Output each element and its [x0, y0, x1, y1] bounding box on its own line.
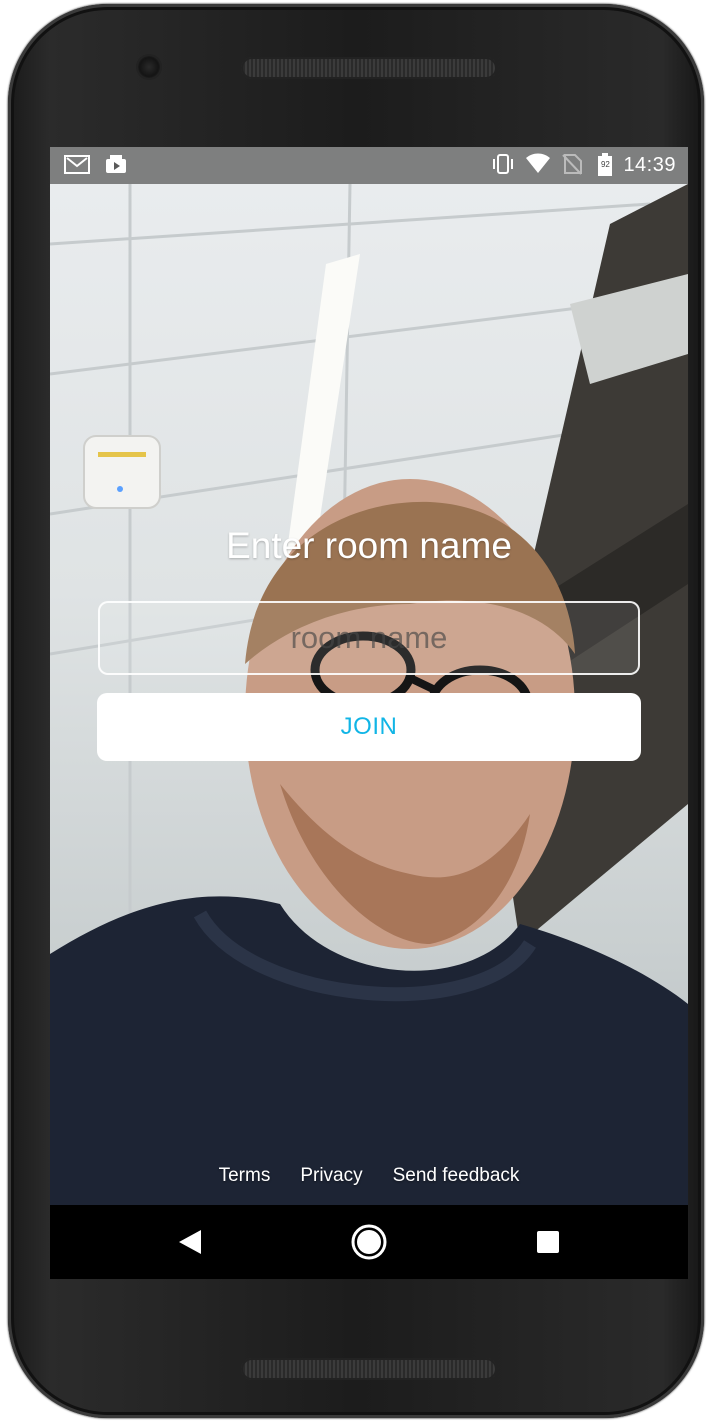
- home-button[interactable]: [309, 1205, 429, 1279]
- top-speaker: [241, 57, 497, 79]
- terms-link[interactable]: Terms: [219, 1165, 271, 1187]
- join-button[interactable]: JOIN: [97, 693, 641, 761]
- recent-apps-button[interactable]: [488, 1205, 608, 1279]
- front-camera: [138, 56, 160, 78]
- room-name-input[interactable]: [98, 601, 640, 675]
- privacy-link[interactable]: Privacy: [300, 1165, 362, 1187]
- no-sim-icon: [561, 153, 587, 177]
- back-icon: [179, 1230, 201, 1254]
- phone-frame: 92 14:39 Enter room name JOIN Terms Priv…: [8, 4, 704, 1418]
- media-icon: [104, 153, 130, 177]
- battery-icon: 92: [597, 153, 613, 177]
- status-clock: 14:39: [623, 153, 676, 176]
- gmail-icon: [64, 153, 90, 177]
- screen: 92 14:39 Enter room name JOIN Terms Priv…: [50, 147, 688, 1279]
- recent-apps-icon: [537, 1231, 559, 1253]
- vibrate-icon: [489, 153, 515, 177]
- footer-links: Terms Privacy Send feedback: [50, 1165, 688, 1187]
- status-bar: 92 14:39: [50, 147, 688, 184]
- battery-level: 92: [600, 160, 610, 169]
- page-title: Enter room name: [226, 525, 512, 566]
- bottom-speaker: [241, 1358, 497, 1380]
- send-feedback-link[interactable]: Send feedback: [393, 1165, 520, 1187]
- home-icon: [351, 1224, 387, 1260]
- navigation-bar: [50, 1205, 688, 1279]
- wifi-icon: [525, 153, 551, 177]
- back-button[interactable]: [130, 1205, 250, 1279]
